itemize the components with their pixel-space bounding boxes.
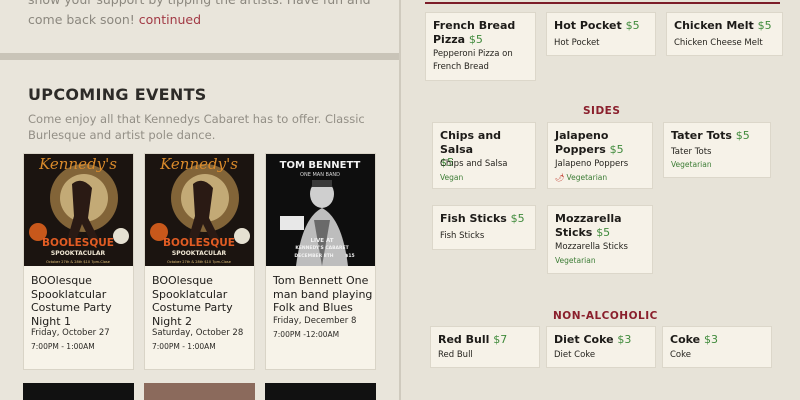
event-title[interactable]: Tom Bennett One man band playing Folk an…: [273, 274, 373, 315]
menu-item-tag: Vegan: [440, 173, 464, 182]
menu-item-card[interactable]: Fish Sticks $5 Fish Sticks: [432, 205, 536, 250]
event-time: 7:00PM -12:00AM: [273, 330, 340, 339]
menu-item-price: $5: [757, 19, 772, 32]
poster-sub: SPOOKTACULAR: [172, 250, 227, 257]
poster-date: DECEMBER 8TH: [294, 253, 333, 259]
poster-venue: KENNEDY'S CABARET: [295, 245, 349, 251]
spicy-pepper-icon: 🌶: [555, 173, 565, 182]
event-card[interactable]: Kennedy's BOOLESQUE SPOOKTACULAR October…: [144, 153, 255, 370]
upcoming-events-subheading: Come enjoy all that Kennedys Cabaret has…: [28, 112, 365, 142]
event-time: 7:00PM - 1:00AM: [31, 342, 95, 351]
continued-link[interactable]: continued: [139, 12, 201, 27]
non-alcoholic-heading: NON-ALCOHOLIC: [553, 310, 658, 322]
menu-item-card[interactable]: Tater Tots $5 Tater Tots Vegetarian: [663, 122, 771, 178]
menu-item-price: $7: [493, 333, 508, 346]
menu-item-price: $5: [468, 32, 483, 46]
event-date: Friday, October 27: [31, 328, 110, 338]
event-poster-image[interactable]: Kennedy's BOOLESQUE SPOOKTACULAR October…: [145, 154, 254, 266]
menu-item-card[interactable]: Hot Pocket $5 Hot Pocket: [546, 12, 656, 56]
intro-paragraph: show your support by tipping the artists…: [28, 0, 378, 30]
event-card-partial[interactable]: [265, 383, 376, 400]
menu-item-desc: Fish Sticks: [440, 231, 485, 241]
poster-brand: Kennedy's: [38, 155, 117, 173]
poster-price: $15: [345, 253, 354, 259]
menu-item-desc: Coke: [670, 350, 691, 360]
event-date: Friday, December 8: [273, 316, 357, 326]
section-divider: [0, 53, 400, 60]
poster-name: TOM BENNETT: [280, 160, 361, 171]
event-card-partial[interactable]: [23, 383, 134, 400]
menu-item-desc: Chips and Salsa: [440, 159, 508, 169]
poster-sub: SPOOKTACULAR: [51, 250, 106, 257]
menu-item-price: $3: [617, 333, 632, 346]
menu-item-name: Diet Coke $3: [554, 333, 632, 346]
menu-item-name: Hot Pocket $5: [554, 19, 640, 32]
menu-item-card[interactable]: Red Bull $7 Red Bull: [430, 326, 540, 368]
menu-item-tag: Vegetarian: [555, 256, 596, 265]
menu-item-tag: Vegetarian: [671, 160, 712, 169]
menu-item-name: Mozzarella Sticks $5: [555, 212, 622, 239]
menu-item-desc: Diet Coke: [554, 350, 596, 360]
menu-item-desc: Chicken Cheese Melt: [674, 38, 763, 48]
sides-heading: SIDES: [583, 105, 621, 117]
poster-brand: Kennedy's: [159, 155, 238, 173]
poster-footer: October 27th & 28th $10 7pm-Close: [167, 260, 231, 264]
menu-item-name: Tater Tots $5: [671, 129, 750, 142]
poster-tagline: ONE MAN BAND: [300, 172, 340, 178]
menu-item-price: $5: [609, 142, 624, 156]
menu-item-price: $5: [625, 19, 640, 32]
menu-item-desc: Pepperoni Pizza on French Bread: [433, 49, 513, 72]
menu-item-price: $3: [703, 333, 718, 346]
menu-item-desc: Mozzarella Sticks: [555, 242, 628, 252]
menu-item-price: $5: [735, 129, 750, 142]
menu-item-price: $5: [596, 225, 611, 239]
menu-item-card[interactable]: Jalapeno Poppers $5 Jalapeno Poppers 🌶 Ve…: [547, 122, 653, 189]
menu-item-desc: Tater Tots: [671, 147, 712, 157]
menu-item-card[interactable]: Diet Coke $3 Diet Coke: [546, 326, 656, 368]
menu-item-name: Chicken Melt $5: [674, 19, 772, 32]
event-card[interactable]: TOM BENNETT ONE MAN BAND LIVE AT KENNEDY…: [265, 153, 376, 370]
menu-item-card[interactable]: French Bread Pizza $5 Pepperoni Pizza on…: [425, 12, 536, 81]
event-title[interactable]: BOOlesque Spooklatcular Costume Party Ni…: [152, 274, 252, 328]
menu-item-card[interactable]: Coke $3 Coke: [662, 326, 772, 368]
menu-item-tag: 🌶 Vegetarian: [555, 173, 608, 182]
menu-pane: French Bread Pizza $5 Pepperoni Pizza on…: [401, 0, 800, 400]
events-pane: show your support by tipping the artists…: [0, 0, 400, 400]
menu-item-card[interactable]: Chicken Melt $5 Chicken Cheese Melt: [666, 12, 783, 56]
menu-item-desc: Jalapeno Poppers: [555, 159, 629, 169]
poster-footer: October 27th & 28th $10 7pm-Close: [46, 260, 110, 264]
poster-headline: BOOLESQUE: [42, 237, 114, 249]
menu-item-desc: Red Bull: [438, 350, 473, 360]
menu-item-name: Red Bull $7: [438, 333, 508, 346]
menu-item-price: $5: [510, 212, 525, 225]
event-title[interactable]: BOOlesque Spooklatcular Costume Party Ni…: [31, 274, 131, 328]
menu-item-name: French Bread Pizza $5: [433, 19, 516, 46]
event-card[interactable]: Kennedy's BOOLESQUE SPOOKTACULAR October…: [23, 153, 134, 370]
event-card-partial[interactable]: [144, 383, 255, 400]
menu-item-card[interactable]: Mozzarella Sticks $5 Mozzarella Sticks V…: [547, 205, 653, 274]
menu-item-name: Fish Sticks $5: [440, 212, 525, 225]
event-date: Saturday, October 28: [152, 328, 244, 338]
menu-top-rule: [425, 2, 780, 4]
upcoming-events-heading: UPCOMING EVENTS: [28, 85, 207, 104]
event-poster-image[interactable]: TOM BENNETT ONE MAN BAND LIVE AT KENNEDY…: [266, 154, 375, 266]
event-time: 7:00PM - 1:00AM: [152, 342, 216, 351]
menu-item-desc: Hot Pocket: [554, 38, 600, 48]
poster-headline: BOOLESQUE: [163, 237, 235, 249]
menu-item-name: Jalapeno Poppers $5: [555, 129, 624, 156]
menu-item-name: Coke $3: [670, 333, 718, 346]
poster-live: LIVE AT: [310, 238, 333, 244]
menu-item-card[interactable]: Chips and Salsa $5 Chips and Salsa Vegan: [432, 122, 536, 189]
event-poster-image[interactable]: Kennedy's BOOLESQUE SPOOKTACULAR October…: [24, 154, 133, 266]
